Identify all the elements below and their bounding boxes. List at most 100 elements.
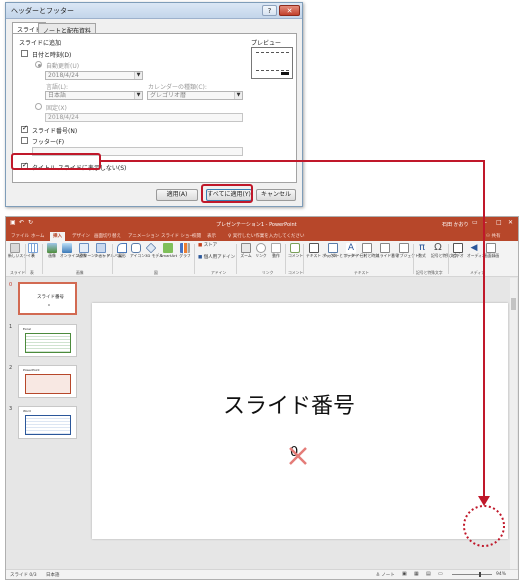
tab-insert[interactable]: 挿入 — [50, 232, 65, 241]
omega-icon: Ω — [434, 242, 442, 253]
status-language: 日本語 — [46, 573, 60, 578]
shapes-button[interactable]: 図形 — [116, 243, 128, 259]
date-time-button[interactable]: 日付と時刻 — [360, 243, 379, 259]
ribbon-display-icon[interactable]: ▭ — [472, 219, 478, 226]
group-divider — [303, 244, 304, 274]
slide-canvas[interactable]: スライド番号 0 — [92, 303, 508, 539]
undo-icon[interactable]: ↶ — [19, 219, 24, 226]
object-label: オブジェクト — [396, 253, 419, 258]
picture-label: 画像 — [48, 253, 56, 258]
icons-button[interactable]: アイコン — [130, 243, 145, 259]
vertical-scrollbar[interactable] — [510, 278, 517, 571]
thumb-excel-image — [25, 333, 71, 353]
header-footer-label: ヘッダーとフッター — [324, 253, 359, 258]
tell-me-text: 実行したい作業を入力してください — [232, 234, 305, 239]
tab-file[interactable]: ファイル — [11, 233, 29, 239]
chart-button[interactable]: グラフ — [179, 243, 191, 259]
tab-design[interactable]: デザイン — [72, 233, 90, 239]
link-button[interactable]: リンク — [255, 243, 267, 259]
icons-icon — [131, 243, 141, 253]
comment-button[interactable]: コメント — [288, 243, 303, 259]
tab-home[interactable]: ホーム — [31, 233, 44, 239]
table-button[interactable]: 表 — [28, 243, 38, 259]
smartart-button[interactable]: SmartArt — [160, 243, 177, 259]
thumbnail-slide-2[interactable]: PowerPoint — [18, 365, 77, 398]
photo-album-button[interactable]: フォト アルバム — [94, 243, 122, 259]
tab-slideshow[interactable]: スライド ショー — [161, 233, 194, 239]
video-button[interactable]: ビデオ — [452, 243, 464, 259]
slide-title[interactable]: スライド番号 — [223, 388, 355, 420]
slide-number-button[interactable]: スライド番号 — [376, 243, 399, 259]
new-slide-button[interactable]: 新しいスライド — [8, 243, 35, 259]
shapes-label: 図形 — [118, 253, 126, 258]
footer-checkbox[interactable] — [21, 137, 28, 144]
thumbnail-slide-3[interactable]: Word — [18, 406, 77, 439]
zoom-slider[interactable] — [452, 574, 492, 575]
close-button[interactable]: ✕ — [279, 5, 300, 16]
minimize-icon[interactable]: – — [484, 219, 487, 226]
language-select[interactable]: 日本語 ▼ — [45, 91, 143, 100]
store-button[interactable]: ■ ストア — [198, 243, 228, 249]
3d-models-button[interactable]: 3D モデル — [145, 242, 163, 259]
audio-button[interactable]: ◀ オーディオ — [467, 243, 486, 259]
ppt-titlebar: ▣ ↶ ↻ プレゼンテーション1 - PowerPoint 石田 かおり ▭ –… — [6, 217, 518, 231]
slideshow-icon[interactable]: ▭ — [438, 571, 443, 577]
maximize-icon[interactable]: □ — [496, 219, 502, 226]
group-divider — [112, 244, 113, 274]
fixed-radio[interactable] — [35, 103, 42, 110]
my-addins-button[interactable]: ■ 個人用アドイン — [198, 255, 235, 261]
tab-review[interactable]: 校閲 — [192, 233, 201, 239]
zoom-button[interactable]: ズーム — [240, 243, 252, 259]
fixed-date-field[interactable]: 2018/4/24 — [45, 113, 243, 122]
preview-header-line — [256, 52, 289, 53]
photo-album-label: フォト アルバム — [94, 253, 122, 258]
redo-icon[interactable]: ↻ — [28, 219, 33, 226]
screen-recording-button[interactable]: 画面録画 — [484, 243, 499, 259]
date-time-label: 日付と時刻(D) — [32, 52, 72, 59]
tab-animations[interactable]: アニメーション — [128, 233, 159, 239]
scrollbar-thumb[interactable] — [511, 298, 516, 310]
zoom-icon — [241, 243, 251, 253]
date-time-checkbox[interactable] — [21, 50, 28, 57]
screenshot-button[interactable]: スクリーンショット — [76, 243, 110, 259]
close-icon[interactable]: ✕ — [508, 219, 513, 226]
wordart-button[interactable]: A ワードアート — [344, 243, 367, 259]
object-button[interactable]: オブジェクト — [396, 243, 419, 259]
video-label: ビデオ — [452, 253, 464, 258]
action-button[interactable]: 動作 — [270, 243, 282, 259]
tab-view[interactable]: 表示 — [207, 233, 216, 239]
reading-view-icon[interactable]: ▤ — [426, 571, 431, 577]
thumbnail-slide-1[interactable]: Excel — [18, 324, 77, 357]
tab-transitions[interactable]: 画面切り替え — [94, 233, 121, 239]
thumb-powerpoint-image — [25, 374, 71, 394]
header-footer-button[interactable]: ヘッダーとフッター — [324, 243, 359, 259]
calendar-select[interactable]: グレゴリオ暦 ▼ — [147, 91, 243, 100]
picture-button[interactable]: 画像 — [46, 243, 58, 259]
wordart-icon: A — [346, 243, 356, 253]
zoom-slider-handle[interactable] — [479, 572, 481, 577]
online-picture-button[interactable]: オンライン画像 — [60, 243, 87, 259]
tell-me-box[interactable]: ♀ 実行したい作業を入力してください — [228, 233, 304, 239]
auto-update-radio[interactable] — [35, 61, 42, 68]
thumbnail-slide-0[interactable]: スライド番号 0 — [18, 282, 77, 315]
powerpoint-window: ▣ ↶ ↻ プレゼンテーション1 - PowerPoint 石田 かおり ▭ –… — [5, 216, 519, 580]
preview-footer-line — [256, 70, 289, 71]
share-button[interactable]: ⚇ 共有 — [486, 233, 500, 239]
text-box-button[interactable]: テキスト ボックス — [306, 243, 337, 259]
cancel-button[interactable]: キャンセル — [256, 189, 296, 201]
date-format-select[interactable]: 2018/4/24 ▼ — [45, 71, 143, 80]
normal-view-icon[interactable]: ▣ — [402, 571, 407, 577]
table-icon — [28, 243, 38, 253]
chevron-down-icon: ▼ — [134, 92, 142, 99]
slide-sorter-icon[interactable]: ▦ — [414, 571, 419, 577]
apply-button[interactable]: 適用(A) — [156, 189, 198, 201]
action-label: 動作 — [272, 253, 280, 258]
zoom-level[interactable]: 94% — [496, 572, 506, 577]
slide-number-checkbox[interactable] — [21, 124, 28, 133]
save-icon[interactable]: ▣ — [10, 219, 16, 226]
symbol-button[interactable]: Ω 記号と特殊文字 — [431, 242, 458, 259]
notes-button[interactable]: ≜ ノート — [376, 572, 395, 578]
help-button[interactable]: ? — [262, 5, 277, 16]
equation-button[interactable]: π 数式 — [416, 243, 428, 259]
3d-models-label: 3D モデル — [145, 253, 163, 258]
